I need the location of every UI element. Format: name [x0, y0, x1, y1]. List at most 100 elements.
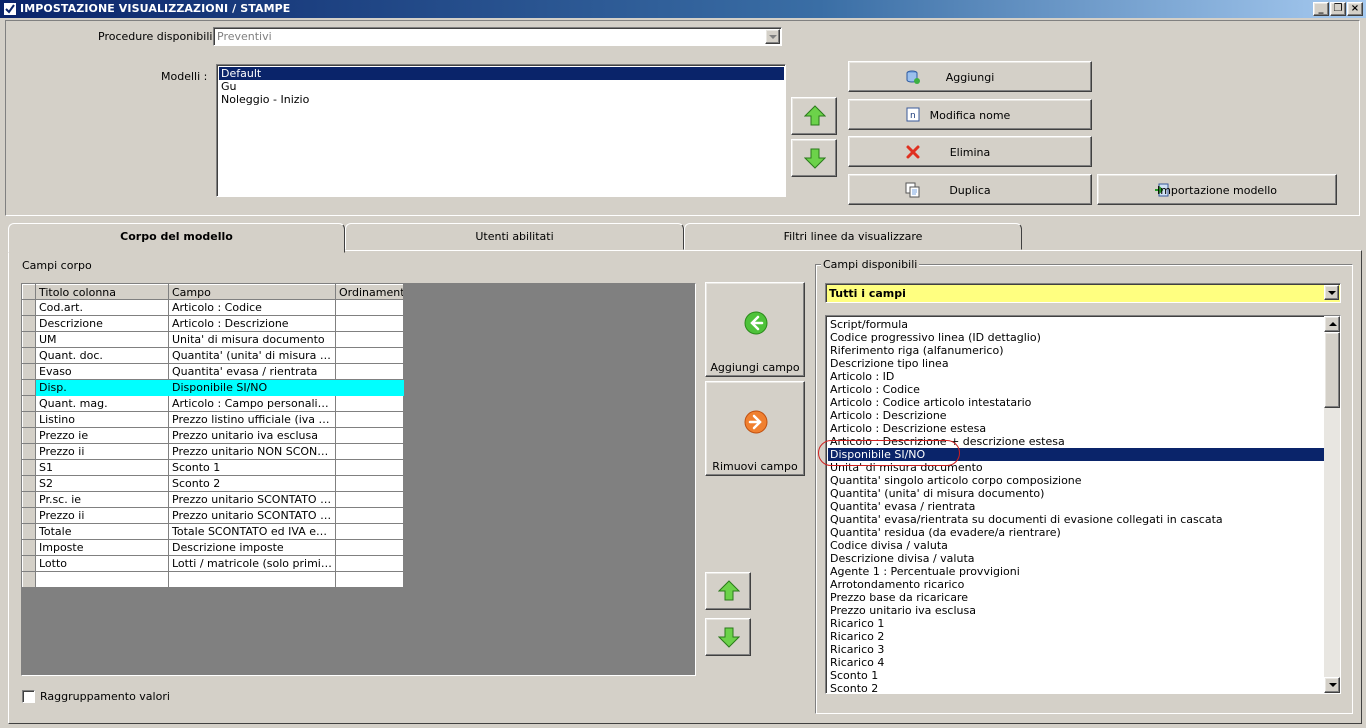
chevron-down-icon[interactable] — [1324, 285, 1339, 300]
cell-ordinamento[interactable] — [335, 555, 404, 572]
list-item[interactable]: Gu — [219, 80, 784, 93]
cell-campo[interactable]: Articolo : Campo personalizzato ... — [168, 395, 336, 412]
list-item[interactable]: Quantita' singolo articolo corpo composi… — [828, 474, 1324, 487]
cell-titolo[interactable]: Listino — [35, 411, 169, 428]
campi-corpo-grid[interactable]: Titolo colonna Campo Ordinamento Cod.art… — [22, 284, 404, 588]
import-model-button[interactable]: Importazione modello — [1097, 174, 1337, 205]
list-item[interactable]: Codice progressivo linea (ID dettaglio) — [828, 331, 1324, 344]
tab-corpo-del-modello[interactable]: Corpo del modello — [8, 223, 345, 253]
cell-ordinamento[interactable] — [335, 331, 404, 348]
remove-field-button[interactable]: Rimuovi campo — [705, 381, 805, 476]
row-indicator[interactable] — [22, 571, 36, 588]
available-fields-list[interactable]: Script/formula Codice progressivo linea (… — [825, 315, 1341, 694]
list-item[interactable]: Ricarico 2 — [828, 630, 1324, 643]
cell-campo[interactable]: Prezzo unitario iva esclusa — [168, 427, 336, 444]
table-row[interactable]: Descrizione Articolo : Descrizione — [22, 315, 404, 332]
table-row[interactable]: Cod.art. Articolo : Codice — [22, 299, 404, 316]
table-row[interactable]: Prezzo ii Prezzo unitario NON SCONTAT... — [22, 443, 404, 460]
table-row[interactable]: Pr.sc. ie Prezzo unitario SCONTATO ed I..… — [22, 491, 404, 508]
cell-campo[interactable]: Prezzo listino ufficiale (iva esclu... — [168, 411, 336, 428]
table-row[interactable]: UM Unita' di misura documento — [22, 331, 404, 348]
cell-ordinamento[interactable] — [335, 539, 404, 556]
list-item[interactable]: Articolo : Codice — [828, 383, 1324, 396]
move-model-up-button[interactable] — [791, 97, 837, 135]
cell-titolo[interactable]: UM — [35, 331, 169, 348]
table-row[interactable]: S2 Sconto 2 — [22, 475, 404, 492]
cell-campo[interactable]: Prezzo unitario SCONTATO ed I... — [168, 491, 336, 508]
list-item[interactable]: Prezzo base da ricaricare — [828, 591, 1324, 604]
list-item[interactable]: Sconto 2 — [828, 682, 1324, 693]
cell-titolo[interactable]: Prezzo ii — [35, 507, 169, 524]
move-field-up-button[interactable] — [705, 572, 751, 610]
cell-ordinamento[interactable] — [335, 427, 404, 444]
table-row[interactable]: Disp. Disponibile SI/NO — [22, 379, 404, 396]
cell-campo[interactable]: Unita' di misura documento — [168, 331, 336, 348]
cell-ordinamento[interactable] — [335, 299, 404, 316]
row-indicator[interactable] — [22, 523, 36, 540]
list-item[interactable]: Articolo : Descrizione + descrizione est… — [828, 435, 1324, 448]
close-button[interactable]: × — [1347, 2, 1363, 16]
table-row[interactable]: Lotto Lotti / matricole (solo primi 10) — [22, 555, 404, 572]
list-item[interactable]: Articolo : Descrizione — [828, 409, 1324, 422]
list-item[interactable]: Codice divisa / valuta — [828, 539, 1324, 552]
table-row[interactable] — [22, 571, 404, 588]
cell-titolo[interactable]: Imposte — [35, 539, 169, 556]
row-indicator[interactable] — [22, 443, 36, 460]
cell-titolo[interactable]: S2 — [35, 475, 169, 492]
tab-utenti-abilitati[interactable]: Utenti abilitati — [345, 223, 684, 250]
list-item[interactable]: Descrizione tipo linea — [828, 357, 1324, 370]
table-row[interactable]: Prezzo ii Prezzo unitario SCONTATO ed I..… — [22, 507, 404, 524]
table-row[interactable]: Imposte Descrizione imposte — [22, 539, 404, 556]
list-item[interactable]: Arrotondamento ricarico — [828, 578, 1324, 591]
row-indicator[interactable] — [22, 395, 36, 412]
row-indicator[interactable] — [22, 475, 36, 492]
add-model-button[interactable]: Aggiungi — [848, 61, 1092, 92]
cell-ordinamento[interactable] — [335, 347, 404, 364]
column-header-campo[interactable]: Campo — [168, 284, 336, 300]
row-indicator[interactable] — [22, 491, 36, 508]
cell-titolo[interactable]: Descrizione — [35, 315, 169, 332]
cell-titolo[interactable]: Quant. doc. — [35, 347, 169, 364]
rename-model-button[interactable]: n Modifica nome — [848, 99, 1092, 130]
procedure-select[interactable]: Preventivi — [213, 27, 782, 46]
cell-ordinamento[interactable] — [335, 459, 404, 476]
column-header-ordinamento[interactable]: Ordinamento — [335, 284, 404, 300]
list-item[interactable]: Articolo : ID — [828, 370, 1324, 383]
row-indicator[interactable] — [22, 363, 36, 380]
cell-campo[interactable]: Articolo : Descrizione — [168, 315, 336, 332]
add-field-button[interactable]: Aggiungi campo — [705, 282, 805, 377]
cell-campo[interactable]: Prezzo unitario NON SCONTAT... — [168, 443, 336, 460]
list-item[interactable]: Agente 1 : Percentuale provvigioni — [828, 565, 1324, 578]
list-item[interactable]: Sconto 1 — [828, 669, 1324, 682]
cell-titolo[interactable]: Quant. mag. — [35, 395, 169, 412]
cell-ordinamento[interactable] — [335, 315, 404, 332]
duplicate-model-button[interactable]: Duplica — [848, 174, 1092, 205]
table-row[interactable]: S1 Sconto 1 — [22, 459, 404, 476]
cell-campo[interactable]: Descrizione imposte — [168, 539, 336, 556]
cell-ordinamento[interactable] — [335, 571, 404, 588]
cell-titolo[interactable] — [35, 571, 169, 588]
move-field-down-button[interactable] — [705, 618, 751, 656]
field-filter-select[interactable]: Tutti i campi — [825, 283, 1341, 303]
table-row[interactable]: Evaso Quantita' evasa / rientrata — [22, 363, 404, 380]
row-indicator[interactable] — [22, 411, 36, 428]
row-indicator[interactable] — [22, 539, 36, 556]
cell-ordinamento[interactable] — [335, 395, 404, 412]
list-item[interactable]: Ricarico 3 — [828, 643, 1324, 656]
row-indicator[interactable] — [22, 507, 36, 524]
scrollbar[interactable] — [1324, 316, 1340, 693]
list-item[interactable]: Ricarico 4 — [828, 656, 1324, 669]
table-row[interactable]: Quant. doc. Quantita' (unita' di misura d… — [22, 347, 404, 364]
cell-campo[interactable] — [168, 571, 336, 588]
cell-titolo[interactable]: Pr.sc. ie — [35, 491, 169, 508]
cell-campo[interactable]: Lotti / matricole (solo primi 10) — [168, 555, 336, 572]
table-row[interactable]: Prezzo ie Prezzo unitario iva esclusa — [22, 427, 404, 444]
raggruppamento-checkbox[interactable] — [22, 690, 35, 703]
cell-titolo[interactable]: Prezzo ie — [35, 427, 169, 444]
list-item[interactable]: Quantita' evasa / rientrata — [828, 500, 1324, 513]
cell-titolo[interactable]: Lotto — [35, 555, 169, 572]
cell-campo[interactable]: Articolo : Codice — [168, 299, 336, 316]
cell-ordinamento[interactable] — [335, 363, 404, 380]
cell-titolo[interactable]: S1 — [35, 459, 169, 476]
list-item[interactable]: Articolo : Descrizione estesa — [828, 422, 1324, 435]
